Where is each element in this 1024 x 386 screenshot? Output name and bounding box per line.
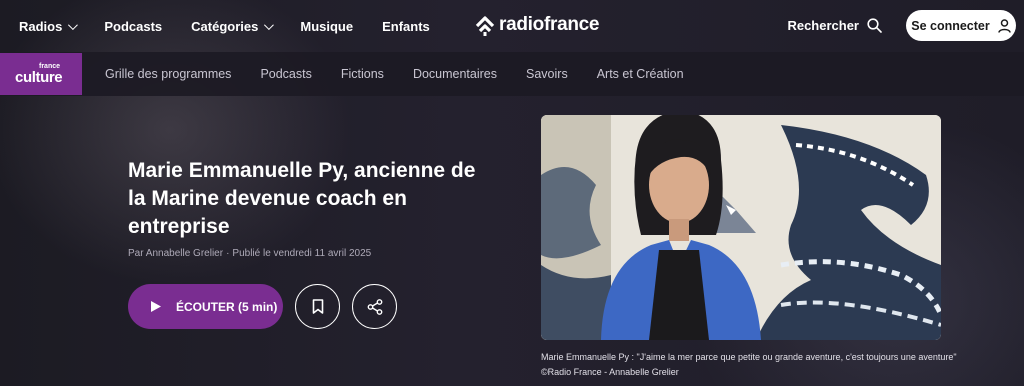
station-bar: france culture Grille des programmes Pod… — [0, 52, 1024, 96]
subnav-item-savoirs[interactable]: Savoirs — [526, 67, 568, 81]
portrait-photo-image — [541, 115, 941, 340]
subnav-item-arts[interactable]: Arts et Création — [597, 67, 684, 81]
nav-radios[interactable]: Radios — [19, 18, 79, 34]
login-label: Se connecter — [911, 18, 990, 33]
nav-podcasts[interactable]: Podcasts — [104, 19, 162, 34]
share-icon — [367, 298, 382, 315]
nav-categories[interactable]: Catégories — [191, 18, 275, 34]
page-title: Marie Emmanuelle Py, ancienne de la Mari… — [128, 159, 476, 238]
article-photo — [541, 115, 941, 340]
bookmark-icon — [312, 299, 323, 314]
play-icon — [151, 301, 161, 312]
login-button[interactable]: Se connecter — [906, 10, 1016, 41]
station-logo-name: culture — [15, 69, 63, 86]
user-icon — [998, 18, 1011, 33]
chevron-down-icon — [68, 19, 79, 30]
publish-date: Publié le vendredi 11 avril 2025 — [232, 248, 372, 259]
station-logo[interactable]: france culture — [0, 53, 82, 95]
nav-categories-label: Catégories — [191, 18, 259, 34]
listen-text: ÉCOUTER — [176, 299, 235, 314]
article-meta: Par Annabelle Grelier · Publié le vendredi… — [128, 248, 371, 259]
subnav-item-fictions[interactable]: Fictions — [341, 67, 384, 81]
search-label: Rechercher — [787, 18, 859, 33]
chevron-down-icon — [264, 19, 275, 30]
header-actions: Rechercher Se connecter — [787, 10, 1016, 41]
search-button[interactable]: Rechercher — [787, 18, 882, 33]
share-button[interactable] — [352, 284, 397, 329]
search-icon — [867, 18, 882, 33]
listen-button[interactable]: ÉCOUTER (5 min) — [128, 284, 283, 329]
nav-music-label: Musique — [300, 18, 354, 34]
photo-credit: ©Radio France - Annabelle Grelier — [541, 367, 679, 377]
nav-music[interactable]: Musique — [300, 19, 353, 34]
subnav-item-podcasts[interactable]: Podcasts — [260, 67, 311, 81]
brand-name: radiofrance — [499, 14, 600, 35]
action-row: ÉCOUTER (5 min) — [128, 284, 397, 329]
main-nav: Radios Podcasts Catégories Musique Enfan… — [19, 19, 459, 34]
radiofrance-mark-icon — [475, 16, 495, 36]
caption-text: Marie Emmanuelle Py : "J'aime la mer par… — [541, 352, 957, 362]
subnav-item-grille[interactable]: Grille des programmes — [105, 67, 231, 81]
subnav-item-documentaires[interactable]: Documentaires — [413, 67, 497, 81]
photo-caption: Marie Emmanuelle Py : "J'aime la mer par… — [541, 350, 957, 380]
nav-kids-label: Enfants — [382, 18, 430, 34]
radiofrance-logo[interactable]: radiofrance — [474, 13, 599, 37]
listen-duration: (5 min) — [238, 299, 278, 314]
station-nav: Grille des programmes Podcasts Fictions … — [105, 67, 684, 81]
author[interactable]: Par Annabelle Grelier — [128, 248, 223, 259]
nav-radios-label: Radios — [19, 18, 63, 34]
top-bar: Radios Podcasts Catégories Musique Enfan… — [0, 0, 1024, 52]
listen-label: ÉCOUTER (5 min) — [176, 300, 277, 314]
nav-podcasts-label: Podcasts — [104, 18, 163, 34]
meta-separator: · — [226, 248, 230, 259]
nav-kids[interactable]: Enfants — [382, 19, 430, 34]
bookmark-button[interactable] — [295, 284, 340, 329]
